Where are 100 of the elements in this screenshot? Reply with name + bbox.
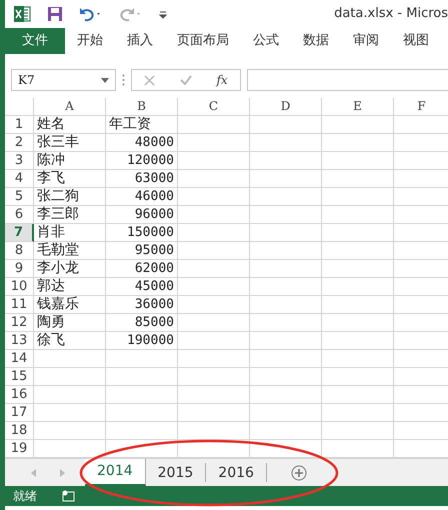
table-cell[interactable] — [178, 278, 250, 296]
table-cell[interactable]: 毛勒堂 — [34, 242, 106, 260]
table-cell[interactable] — [322, 116, 394, 134]
table-cell[interactable] — [34, 368, 106, 386]
table-cell[interactable]: 45000 — [106, 278, 178, 296]
table-cell[interactable] — [178, 116, 250, 134]
row-header[interactable]: 5 — [5, 188, 34, 206]
table-cell[interactable]: 48000 — [106, 134, 178, 152]
table-cell[interactable]: 钱嘉乐 — [34, 296, 106, 314]
confirm-icon[interactable] — [180, 75, 192, 85]
table-cell[interactable] — [322, 206, 394, 224]
table-cell[interactable] — [178, 260, 250, 278]
table-cell[interactable] — [106, 368, 178, 386]
ribbon-tab[interactable]: 公式 — [241, 28, 291, 54]
table-cell[interactable] — [322, 260, 394, 278]
ribbon-tab[interactable]: 开始 — [65, 28, 115, 54]
table-cell[interactable] — [34, 386, 106, 404]
table-cell[interactable]: 李三郎 — [34, 206, 106, 224]
table-cell[interactable] — [322, 422, 394, 440]
table-cell[interactable]: 95000 — [106, 242, 178, 260]
table-cell[interactable]: 陶勇 — [34, 314, 106, 332]
table-cell[interactable] — [178, 224, 250, 242]
table-cell[interactable]: 张二狗 — [34, 188, 106, 206]
table-cell[interactable] — [322, 404, 394, 422]
name-box[interactable]: K7 — [11, 69, 116, 91]
sheet-tab[interactable]: 2015 — [146, 463, 206, 482]
table-cell[interactable] — [322, 170, 394, 188]
table-cell[interactable] — [322, 314, 394, 332]
table-cell[interactable] — [178, 188, 250, 206]
table-cell[interactable] — [250, 152, 322, 170]
row-header[interactable]: 10 — [5, 278, 34, 296]
column-header[interactable]: E — [322, 98, 394, 116]
table-cell[interactable]: 徐飞 — [34, 332, 106, 350]
scroll-right-icon[interactable] — [60, 468, 65, 476]
table-cell[interactable] — [322, 242, 394, 260]
row-header[interactable]: 14 — [5, 350, 34, 368]
table-cell[interactable] — [322, 278, 394, 296]
table-cell[interactable] — [250, 404, 322, 422]
table-cell[interactable] — [250, 296, 322, 314]
row-header[interactable]: 18 — [5, 422, 34, 440]
table-cell[interactable]: 85000 — [106, 314, 178, 332]
table-cell[interactable] — [250, 224, 322, 242]
file-tab[interactable]: 文件 — [5, 28, 65, 54]
table-cell[interactable] — [250, 422, 322, 440]
table-cell[interactable] — [34, 422, 106, 440]
column-header[interactable]: C — [178, 98, 250, 116]
scroll-left-icon[interactable] — [31, 468, 36, 476]
add-sheet-icon[interactable] — [290, 464, 307, 480]
table-cell[interactable] — [250, 134, 322, 152]
redo-icon[interactable] — [119, 6, 143, 22]
table-cell[interactable]: 李飞 — [34, 170, 106, 188]
row-header[interactable]: 15 — [5, 368, 34, 386]
table-cell[interactable]: 150000 — [106, 224, 178, 242]
table-cell[interactable] — [178, 368, 250, 386]
table-cell[interactable] — [106, 350, 178, 368]
column-header[interactable]: A — [34, 98, 106, 116]
row-header[interactable]: 16 — [5, 386, 34, 404]
row-header[interactable]: 7 — [5, 224, 34, 242]
table-cell[interactable] — [178, 314, 250, 332]
table-cell[interactable] — [250, 386, 322, 404]
ribbon-tab[interactable]: 审阅 — [341, 28, 391, 54]
table-cell[interactable] — [178, 242, 250, 260]
table-cell[interactable] — [322, 350, 394, 368]
table-cell[interactable] — [250, 116, 322, 134]
table-cell[interactable]: 63000 — [106, 170, 178, 188]
table-cell[interactable] — [250, 206, 322, 224]
undo-icon[interactable] — [79, 6, 103, 22]
row-header[interactable]: 13 — [5, 332, 34, 350]
cancel-icon[interactable] — [144, 74, 156, 86]
table-cell[interactable]: 190000 — [106, 332, 178, 350]
row-header[interactable]: 9 — [5, 260, 34, 278]
table-cell[interactable] — [178, 134, 250, 152]
table-cell[interactable] — [322, 152, 394, 170]
table-cell[interactable]: 姓名 — [34, 116, 106, 134]
save-icon[interactable] — [47, 6, 63, 22]
column-header[interactable]: B — [106, 98, 178, 116]
column-header[interactable]: D — [250, 98, 322, 116]
table-cell[interactable] — [322, 188, 394, 206]
table-cell[interactable]: 62000 — [106, 260, 178, 278]
table-cell[interactable]: 张三丰 — [34, 134, 106, 152]
excel-logo-icon[interactable] — [13, 5, 31, 23]
table-cell[interactable] — [322, 224, 394, 242]
row-header[interactable]: 12 — [5, 314, 34, 332]
formula-input-field[interactable] — [247, 69, 448, 91]
select-all-corner[interactable] — [5, 98, 34, 116]
table-cell[interactable] — [250, 188, 322, 206]
table-cell[interactable] — [322, 296, 394, 314]
table-cell[interactable] — [250, 170, 322, 188]
table-cell[interactable] — [178, 206, 250, 224]
table-cell[interactable]: 郭达 — [34, 278, 106, 296]
ribbon-tab[interactable]: 数据 — [291, 28, 341, 54]
table-cell[interactable] — [322, 134, 394, 152]
macro-record-icon[interactable] — [61, 490, 75, 502]
table-cell[interactable] — [250, 368, 322, 386]
row-header[interactable]: 3 — [5, 152, 34, 170]
sheet-tab[interactable]: 2016 — [206, 463, 267, 482]
table-cell[interactable] — [322, 332, 394, 350]
table-cell[interactable] — [106, 422, 178, 440]
table-cell[interactable] — [250, 278, 322, 296]
table-cell[interactable]: 年工资 — [106, 116, 178, 134]
